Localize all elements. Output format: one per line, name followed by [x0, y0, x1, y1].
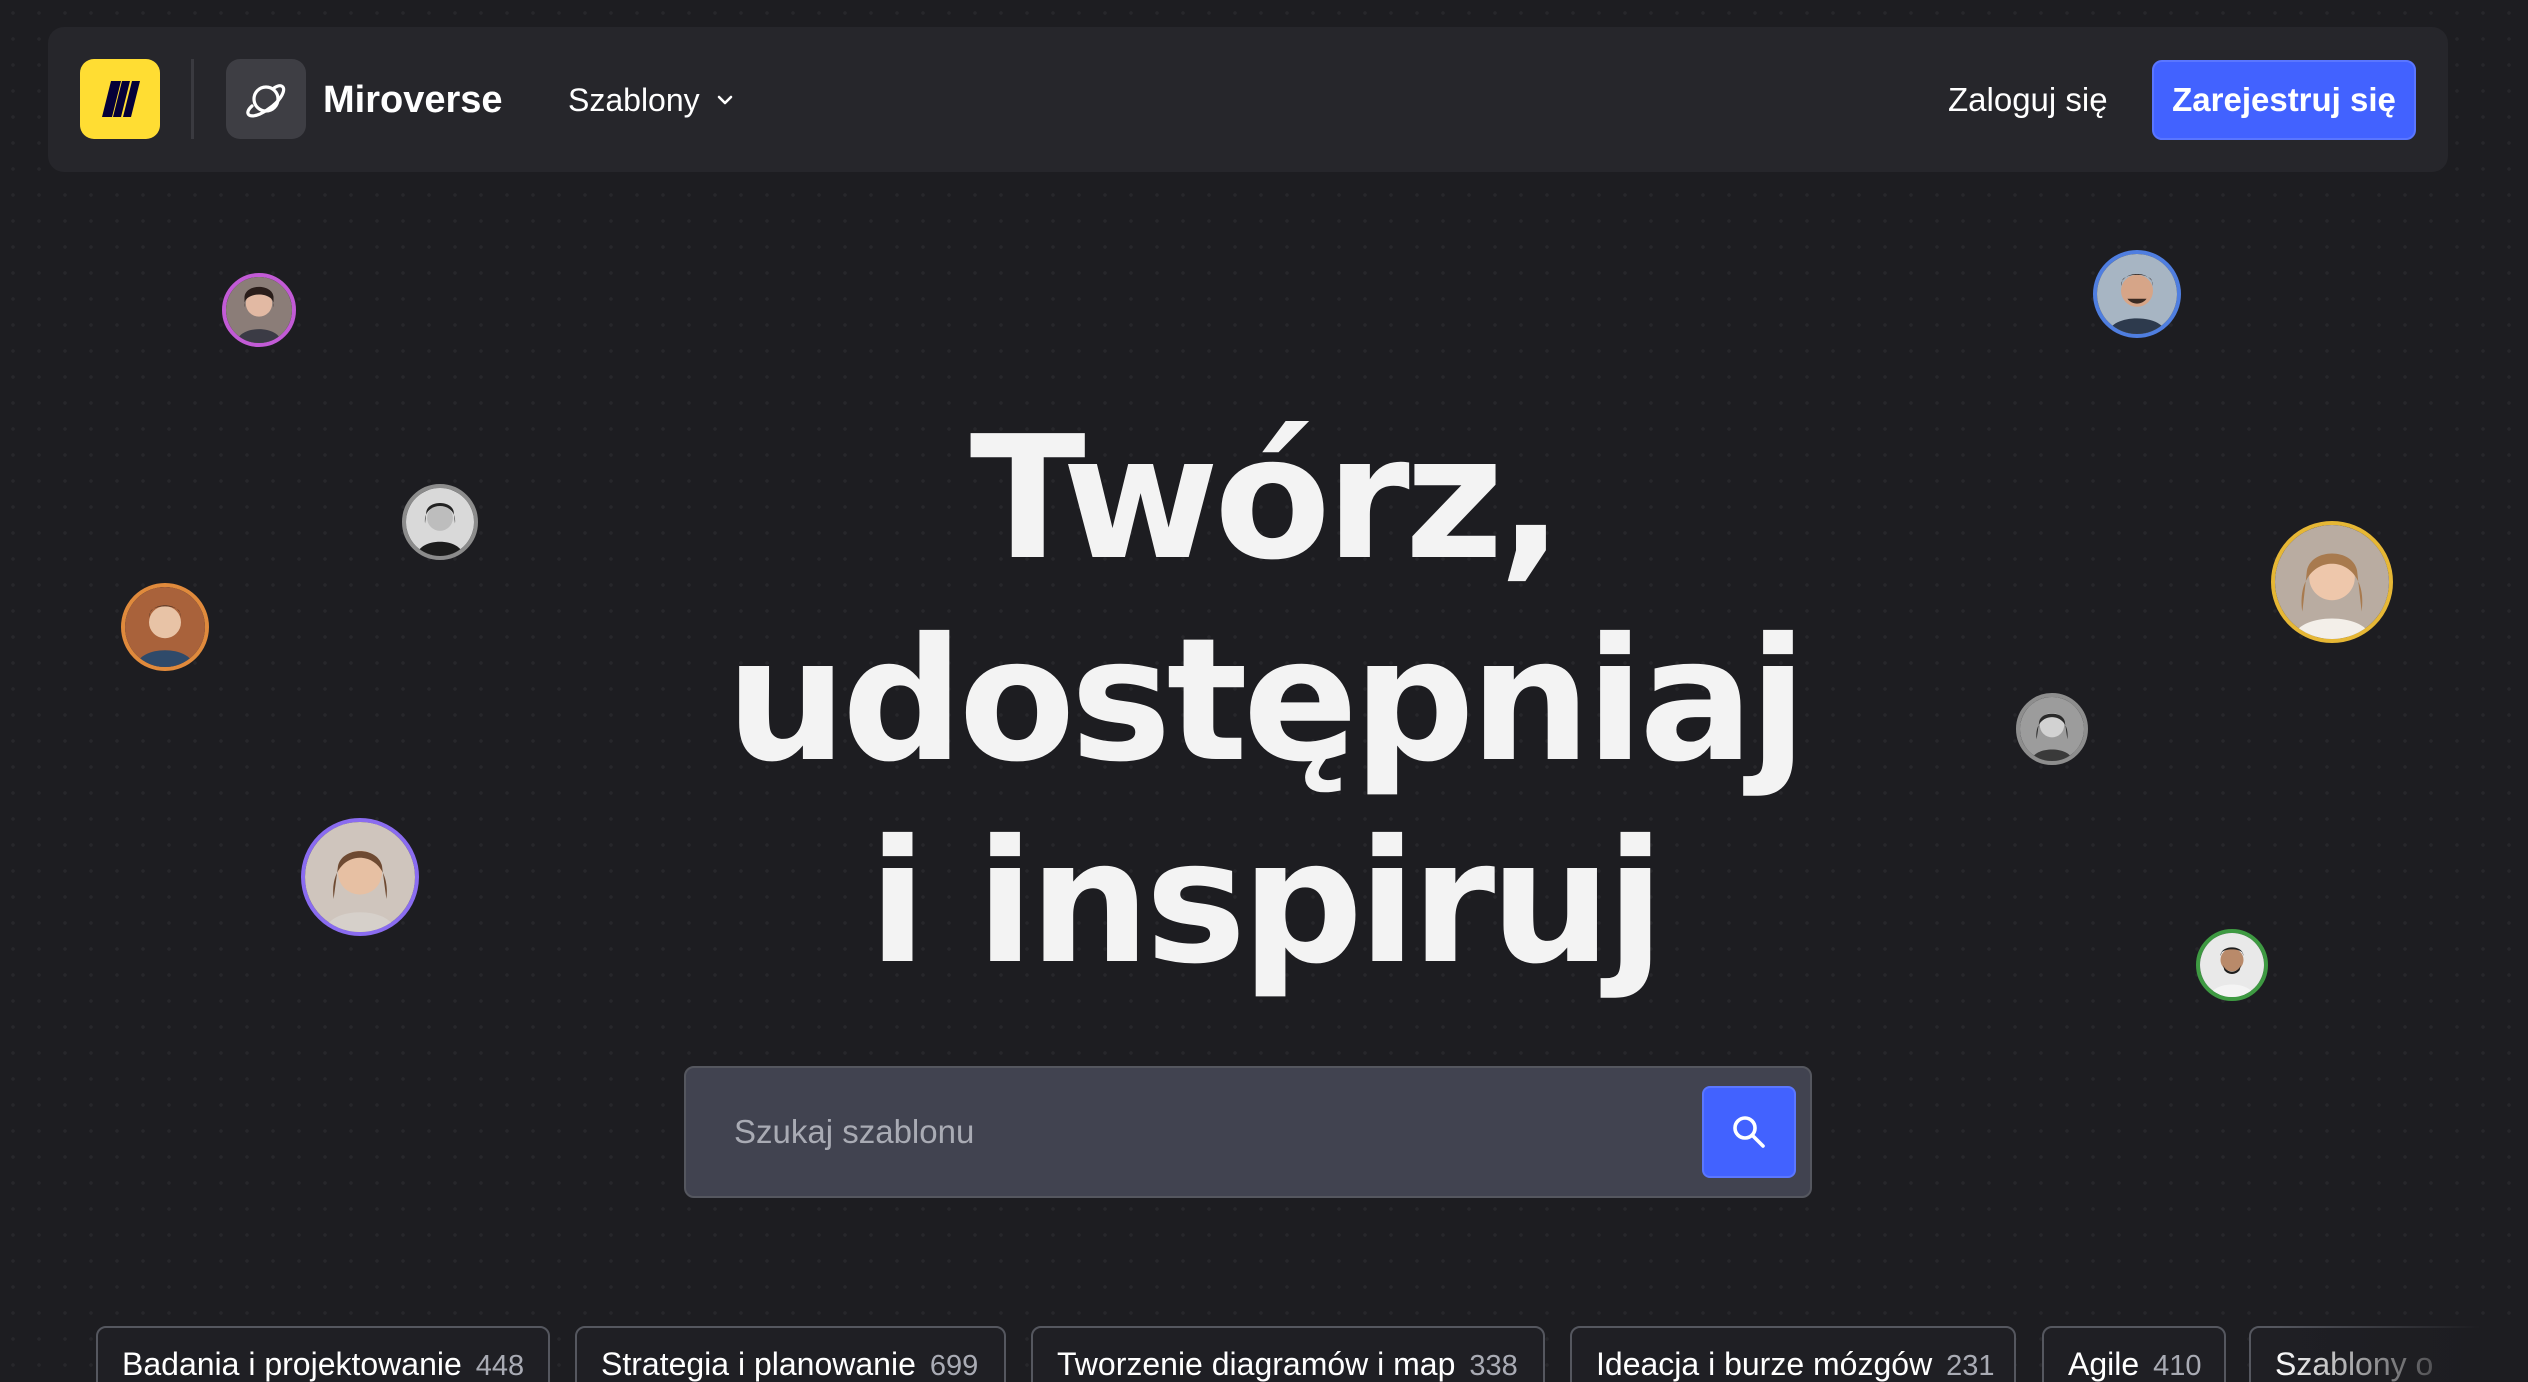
avatar [301, 818, 419, 936]
category-label: Tworzenie diagramów i map [1057, 1346, 1456, 1382]
category-label: Ideacja i burze mózgów [1596, 1346, 1933, 1382]
hero-title: Twórz, udostępniaj i inspiruj [564, 398, 1964, 1004]
category-count: 448 [475, 1350, 525, 1382]
templates-menu[interactable]: Szablony [568, 77, 736, 123]
login-link[interactable]: Zaloguj się [1948, 77, 2108, 123]
planet-icon[interactable] [226, 59, 306, 139]
search-icon [1733, 1116, 1765, 1148]
brand-name[interactable]: Miroverse [323, 77, 503, 123]
category-count: 231 [1946, 1350, 1995, 1382]
search-input[interactable] [734, 1068, 1674, 1196]
category-chip[interactable]: Ideacja i burze mózgów 231 [1570, 1326, 2016, 1382]
avatar [222, 273, 296, 347]
avatar [2271, 521, 2393, 643]
category-count: 410 [2153, 1350, 2202, 1382]
avatar [2016, 693, 2088, 765]
templates-menu-label: Szablony [568, 82, 700, 118]
category-label: Szablony o [2275, 1346, 2434, 1382]
signup-button[interactable]: Zarejestruj się [2152, 60, 2416, 140]
avatar [2093, 250, 2181, 338]
chevron-down-icon [714, 77, 736, 123]
category-count: 699 [929, 1350, 979, 1382]
hero-title-line: i inspiruj [868, 804, 1664, 1002]
nav-divider [191, 59, 194, 139]
hero-title-line: udostępniaj [725, 602, 1807, 800]
category-chip[interactable]: Szablony o [2249, 1326, 2516, 1382]
category-chips: Badania i projektowanie 448 Strategia i p… [96, 1326, 2516, 1382]
top-navbar: Miroverse Szablony Zaloguj się Zarejestr… [48, 27, 2448, 172]
avatar [402, 484, 478, 560]
category-chip[interactable]: Tworzenie diagramów i map 338 [1031, 1326, 1545, 1382]
category-label: Strategia i planowanie [601, 1346, 916, 1382]
avatar [121, 583, 209, 671]
category-label: Badania i projektowanie [122, 1346, 462, 1382]
miro-logo-icon[interactable] [80, 59, 160, 139]
category-count: 338 [1469, 1350, 1518, 1382]
avatar [2196, 929, 2268, 1001]
category-chip[interactable]: Agile 410 [2042, 1326, 2226, 1382]
category-label: Agile [2068, 1346, 2140, 1382]
hero-title-line: Twórz, [969, 400, 1564, 598]
category-chip[interactable]: Strategia i planowanie 699 [575, 1326, 1006, 1382]
category-chip[interactable]: Badania i projektowanie 448 [96, 1326, 550, 1382]
search-button[interactable] [1702, 1086, 1796, 1178]
search-box [684, 1066, 1812, 1198]
